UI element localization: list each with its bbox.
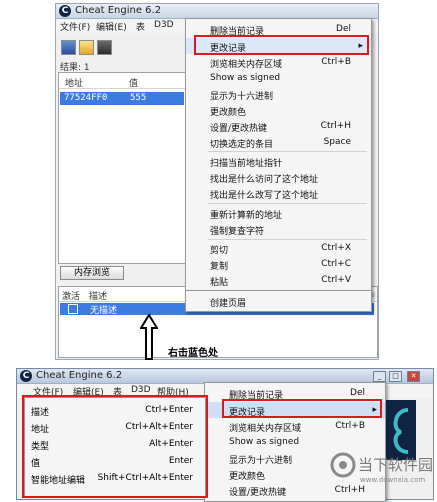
menu-item-pointer-scan[interactable]: 扫描当前地址指针 <box>186 153 371 169</box>
title-bar: C Cheat Engine 6.2 <box>56 4 378 19</box>
open-folder-icon[interactable] <box>79 40 94 55</box>
menu-file[interactable]: 文件(F) <box>60 20 90 33</box>
submenu-item-type[interactable]: 类型 Alt+Enter <box>25 435 205 453</box>
menu-d3d[interactable]: D3D <box>154 20 174 30</box>
menu-item-toggle-selected[interactable]: 切换选定的条目 Space <box>186 134 371 150</box>
menu-item-paste[interactable]: 粘贴 Ctrl+V <box>186 272 371 288</box>
watermark-logo-icon <box>330 452 356 478</box>
change-record-submenu: 描述 Ctrl+Enter 地址 Ctrl+Alt+Enter 类型 Alt+E… <box>24 397 206 497</box>
menu-item-find-access[interactable]: 找出是什么访问了这个地址 <box>186 169 371 185</box>
record-context-menu: 删除当前记录 Del 更改记录 ▸ 浏览相关内存区域 Ctrl+B Show a… <box>185 18 372 296</box>
menu-item-browse-memory[interactable]: 浏览相关内存区域 Ctrl+B <box>186 54 371 70</box>
menu-item-recalculate-address[interactable]: 重新计算新的地址 <box>186 205 371 221</box>
menu-item-find-write[interactable]: 找出是什么改写了这个地址 <box>186 185 371 201</box>
minimize-icon[interactable]: _ <box>373 371 386 382</box>
up-arrow-icon <box>140 314 158 360</box>
menu-item-create-header[interactable]: 创建页眉 <box>186 293 371 309</box>
active-checkbox[interactable] <box>68 304 78 314</box>
save-disk-icon[interactable] <box>97 40 112 55</box>
row-value: 555 <box>130 93 147 103</box>
menu-edit[interactable]: 编辑(E) <box>96 20 127 33</box>
menu-item-change-record[interactable]: 更改记录 ▸ <box>205 402 385 418</box>
found-address-list[interactable]: 地址 值 77524FF0 555 <box>58 72 188 264</box>
submenu-item-address[interactable]: 地址 Ctrl+Alt+Enter <box>25 418 205 436</box>
menu-item-browse-memory[interactable]: 浏览相关内存区域 Ctrl+B <box>205 418 385 434</box>
header-divider <box>59 88 187 89</box>
row-address: 77524FF0 <box>64 93 108 103</box>
menu-item-copy[interactable]: 复制 Ctrl+C <box>186 256 371 272</box>
window-title: Cheat Engine 6.2 <box>36 370 123 381</box>
memory-view-button[interactable]: 内存浏览 <box>60 266 124 280</box>
menu-table[interactable]: 表 <box>136 20 145 33</box>
menu-item-show-hex[interactable]: 显示为十六进制 <box>186 86 371 102</box>
menu-item-change-record[interactable]: 更改记录 ▸ <box>186 38 371 54</box>
menu-item-force-recheck[interactable]: 强制复查字符 <box>186 221 371 237</box>
submenu-item-description[interactable]: 描述 Ctrl+Enter <box>25 401 205 419</box>
row-description: 无描述 <box>90 306 118 316</box>
submenu-arrow-icon: ▸ <box>358 41 363 51</box>
menu-item-delete-record[interactable]: 删除当前记录 Del <box>205 385 385 401</box>
submenu-item-value[interactable]: 值 Enter <box>25 452 205 470</box>
close-icon[interactable]: ✕ <box>407 371 420 382</box>
menu-separator <box>208 203 367 204</box>
watermark-text-en: www.downxia.com <box>360 476 426 484</box>
menu-item-show-signed[interactable]: Show as signed <box>186 70 371 86</box>
cheat-engine-logo-icon: C <box>59 5 71 17</box>
watermark-text-cn: 当下软件园 <box>358 456 434 474</box>
instruction-caption: 右击蓝色处 <box>168 348 218 359</box>
maximize-icon[interactable]: □ <box>389 371 402 382</box>
submenu-arrow-icon: ▸ <box>372 405 377 415</box>
menu-item-cut[interactable]: 剪切 Ctrl+X <box>186 240 371 256</box>
selected-address-row[interactable]: 77524FF0 555 <box>60 92 184 105</box>
menu-item-change-color[interactable]: 更改颜色 <box>186 102 371 118</box>
cheat-engine-logo-icon: C <box>20 370 32 382</box>
menu-item-set-hotkey[interactable]: 设置/更改热键 Ctrl+H <box>186 118 371 134</box>
submenu-item-smart-address-edit[interactable]: 智能地址编辑 Shift+Ctrl+Alt+Enter <box>25 469 205 487</box>
window-title: Cheat Engine 6.2 <box>75 5 162 16</box>
menu-d3d[interactable]: D3D <box>131 385 151 395</box>
menu-separator <box>208 151 367 152</box>
site-watermark: 当下软件园 www.downxia.com <box>330 450 436 496</box>
process-monitor-icon[interactable] <box>61 40 76 55</box>
context-menu-tail: 创建页眉 <box>185 290 372 312</box>
menu-item-delete-record[interactable]: 删除当前记录 Del <box>186 21 371 37</box>
menu-item-show-signed[interactable]: Show as signed <box>205 434 385 450</box>
